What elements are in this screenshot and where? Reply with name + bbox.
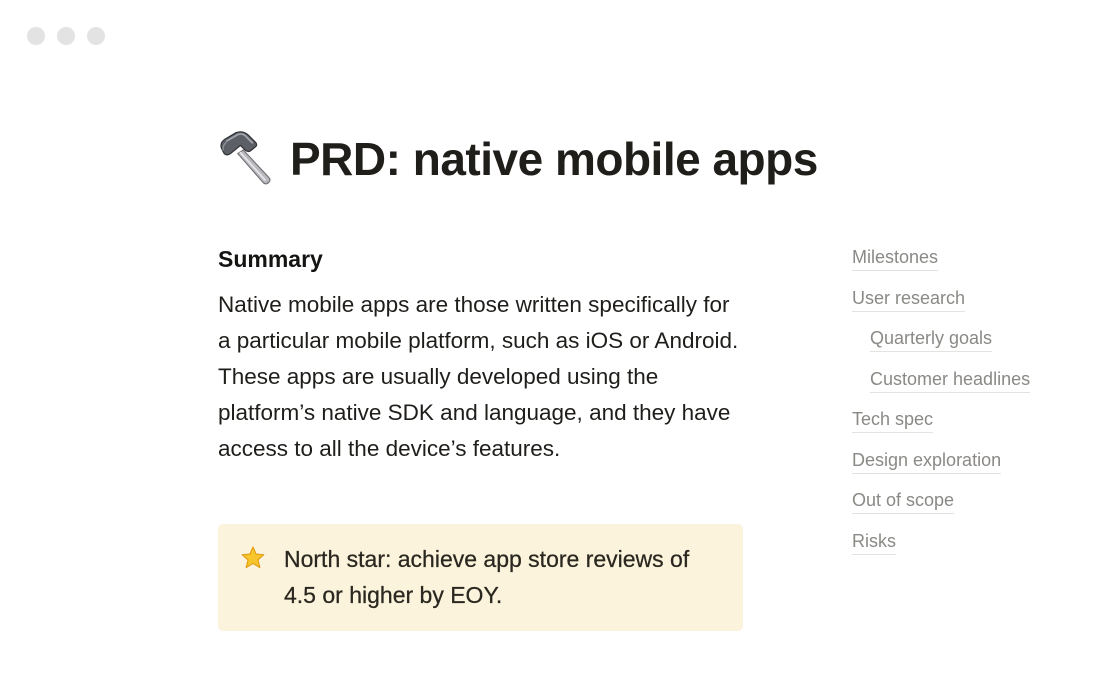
toc-item-milestones[interactable]: Milestones <box>852 244 1092 285</box>
toc-item-tech-spec[interactable]: Tech spec <box>852 406 1092 447</box>
hammer-icon[interactable] <box>216 130 274 188</box>
window-minimize-dot[interactable] <box>57 27 75 45</box>
summary-heading[interactable]: Summary <box>218 243 748 275</box>
window-maximize-dot[interactable] <box>87 27 105 45</box>
north-star-callout[interactable]: North star: achieve app store reviews of… <box>218 524 743 631</box>
toc-item-quarterly-goals[interactable]: Quarterly goals <box>852 325 1092 366</box>
toc-item-label: Tech spec <box>852 406 934 433</box>
toc-item-out-of-scope[interactable]: Out of scope <box>852 487 1092 528</box>
toc-item-customer-headlines[interactable]: Customer headlines <box>852 366 1092 407</box>
star-icon <box>241 546 265 569</box>
toc-item-design-exploration[interactable]: Design exploration <box>852 447 1092 488</box>
document-body: Summary Native mobile apps are those wri… <box>218 243 748 467</box>
window-close-dot[interactable] <box>27 27 45 45</box>
summary-paragraph[interactable]: Native mobile apps are those written spe… <box>218 287 748 467</box>
toc-item-label: Quarterly goals <box>870 325 993 352</box>
page-header: PRD: native mobile apps <box>216 130 818 188</box>
toc-item-risks[interactable]: Risks <box>852 528 1092 569</box>
toc-item-label: User research <box>852 285 966 312</box>
window-controls <box>27 27 105 45</box>
toc-item-user-research[interactable]: User research <box>852 285 1092 326</box>
toc-item-label: Out of scope <box>852 487 955 514</box>
toc-item-label: Customer headlines <box>870 366 1031 393</box>
page-title[interactable]: PRD: native mobile apps <box>290 132 818 186</box>
toc-item-label: Design exploration <box>852 447 1002 474</box>
toc-item-label: Milestones <box>852 244 939 271</box>
callout-text: North star: achieve app store reviews of… <box>284 546 690 608</box>
toc-item-label: Risks <box>852 528 896 555</box>
table-of-contents: Milestones User research Quarterly goals… <box>852 244 1092 568</box>
